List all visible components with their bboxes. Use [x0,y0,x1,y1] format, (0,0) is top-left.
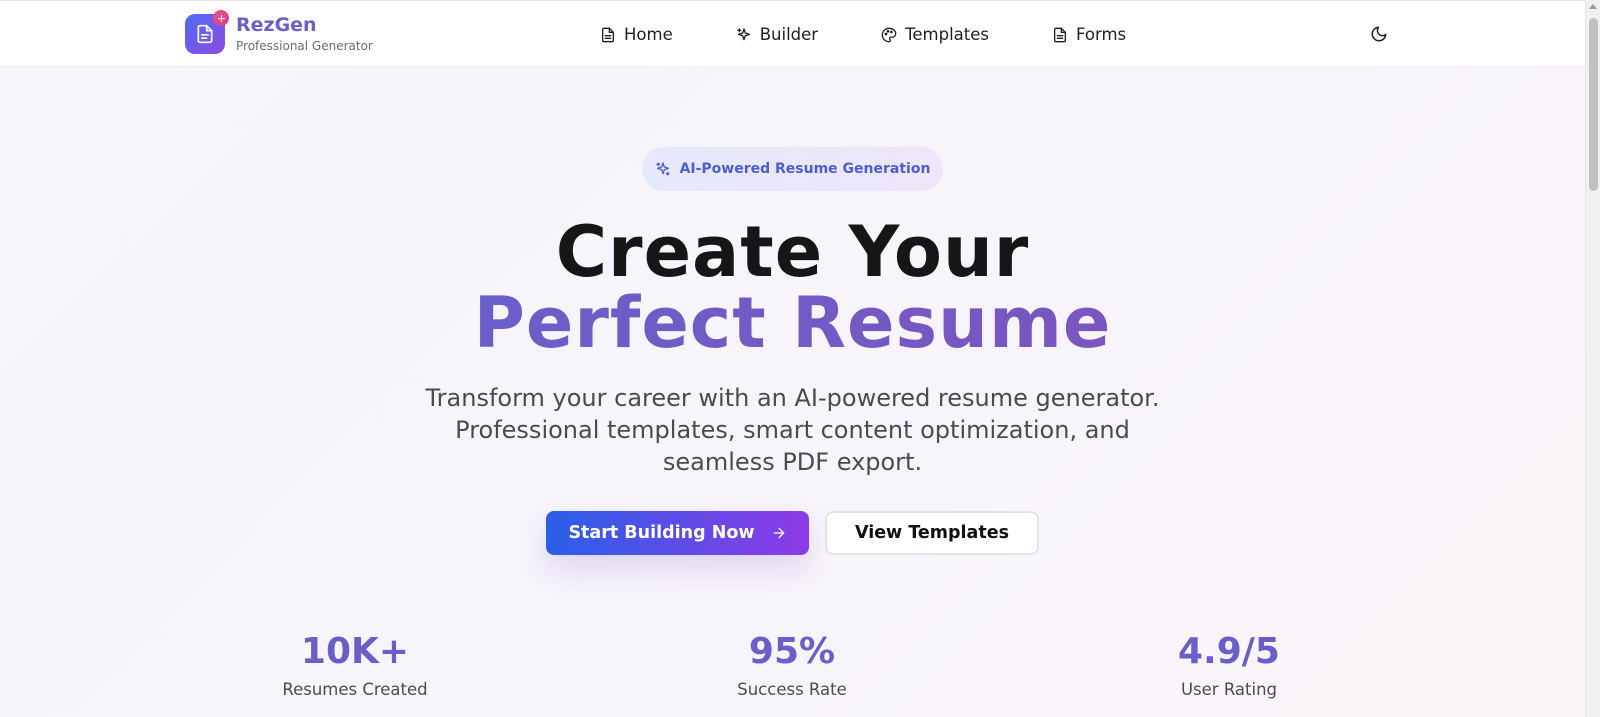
view-templates-button[interactable]: View Templates [825,511,1039,555]
stat-resumes-created: 10K+ Resumes Created [235,630,475,701]
moon-icon [1371,26,1387,42]
page-scrollbar[interactable] [1585,0,1600,717]
hero-title-line1: Create Your [555,211,1030,293]
nav-label-forms: Forms [1075,25,1127,44]
stat-label: Success Rate [737,680,847,699]
brand-logo[interactable]: RezGen Professional Generator [185,10,373,54]
theme-toggle-button[interactable] [1370,25,1390,45]
brand-name: RezGen [236,14,317,36]
view-templates-label: View Templates [854,523,1010,543]
stat-label: User Rating [1180,680,1278,699]
stat-value: 95% [748,631,836,672]
hero-description: Transform your career with an AI-powered… [425,384,1160,476]
hero-title-highlight: Perfect Resume [473,282,1112,364]
main-nav: Home Builder Templates Forms [600,1,1189,68]
hero-title-line2: Perfect Resume [0,283,1585,363]
badge-label: AI-Powered Resume Generation [679,161,931,177]
top-navbar: RezGen Professional Generator Home Build… [0,0,1585,67]
stat-user-rating: 4.9/5 User Rating [1109,630,1349,701]
file-icon [602,27,614,42]
brand-subtitle: Professional Generator [236,39,373,53]
stat-value: 4.9/5 [1178,631,1280,672]
stat-success-rate: 95% Success Rate [672,630,912,701]
nav-item-templates[interactable]: Templates [881,25,989,44]
start-building-label: Start Building Now [568,523,755,543]
nav-item-builder[interactable]: Builder [736,25,818,44]
nav-item-home[interactable]: Home [600,25,673,44]
nav-item-forms[interactable]: Forms [1052,25,1126,44]
logo-document-icon [185,10,229,54]
arrow-right-icon [773,527,784,539]
stat-value: 10K+ [300,631,410,672]
scrollbar-thumb[interactable] [1589,18,1598,191]
sparkle-badge-icon [213,10,229,26]
stat-label: Resumes Created [282,680,428,699]
scroll-up-arrow-icon[interactable] [1589,4,1597,9]
start-building-button[interactable]: Start Building Now [546,511,809,555]
palette-icon [881,27,897,42]
file-icon [1053,27,1066,42]
nav-label-templates: Templates [905,25,989,44]
sparkles-icon [737,27,750,40]
sparkles-icon [655,162,670,176]
nav-label-builder: Builder [759,25,819,44]
nav-label-home: Home [624,25,673,44]
ai-feature-badge: AI-Powered Resume Generation [642,147,943,191]
